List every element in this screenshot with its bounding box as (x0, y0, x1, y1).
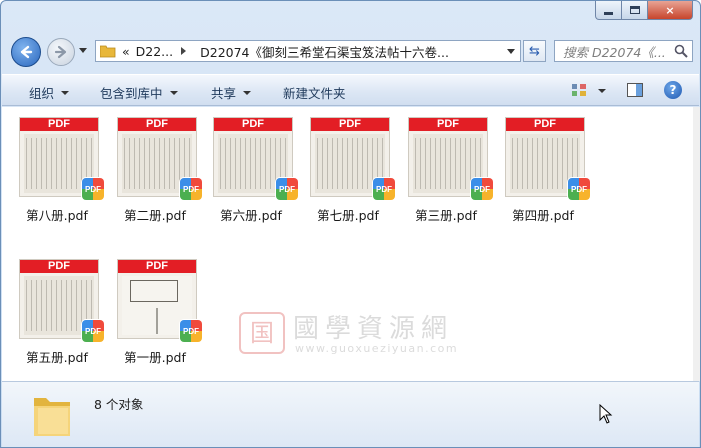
pdf-app-icon: PDF (276, 178, 298, 200)
file-name: 第五册.pdf (26, 350, 88, 365)
title-cartouche (130, 280, 178, 302)
file-item[interactable]: PDF PDF 第八册.pdf (12, 113, 104, 233)
file-list: PDF PDF 第八册.pdf PDF PDF 第二册.pdf PDF PDF … (2, 107, 693, 381)
folder-icon (100, 45, 116, 58)
file-name: 第八册.pdf (26, 208, 88, 223)
watermark-url: www.guoxueziyuan.com (295, 342, 459, 355)
pdf-app-icon: PDF (180, 320, 202, 342)
watermark: 国 國學資源網 www.guoxueziyuan.com (239, 310, 469, 360)
command-bar: 组织 包含到库中 共享 新建文件夹 ? (2, 74, 699, 106)
arrow-left-icon (20, 45, 33, 59)
include-in-library-menu[interactable]: 包含到库中 (100, 83, 178, 102)
folder-icon (34, 398, 70, 436)
search-input[interactable]: 搜索 D22074《... (554, 40, 693, 62)
file-name: 第二册.pdf (124, 208, 186, 223)
address-bar[interactable]: « D22... D22074《御刻三希堂石渠宝笈法帖十六卷... (95, 40, 521, 62)
search-icon[interactable] (674, 44, 688, 58)
file-name: 第七册.pdf (317, 208, 379, 223)
watermark-seal: 国 (239, 312, 285, 354)
file-item[interactable]: PDF PDF 第七册.pdf (303, 113, 395, 233)
pdf-label: PDF (20, 260, 98, 273)
view-dropdown-icon[interactable] (598, 89, 606, 93)
maximize-button[interactable] (622, 1, 648, 20)
chevron-down-icon (243, 90, 252, 95)
file-name: 第四册.pdf (512, 208, 574, 223)
explorer-window: × « D22... D22074《御刻三希堂石渠宝笈法帖十六卷... ⇆ 搜索… (0, 0, 701, 448)
details-pane: 8 个对象 (2, 381, 699, 447)
include-in-library-label: 包含到库中 (100, 86, 163, 101)
pdf-app-icon: PDF (373, 178, 395, 200)
pdf-label: PDF (214, 118, 292, 131)
minimize-icon (604, 11, 613, 15)
organize-label: 组织 (29, 86, 55, 101)
item-count: 8 个对象 (94, 397, 144, 412)
back-button[interactable] (11, 37, 41, 67)
view-options-icon[interactable] (571, 83, 587, 97)
pdf-label: PDF (409, 118, 487, 131)
pdf-app-icon: PDF (471, 178, 493, 200)
arrow-right-icon (54, 45, 67, 59)
chevron-down-icon (61, 90, 70, 95)
file-item[interactable]: PDF PDF 第六册.pdf (206, 113, 298, 233)
pdf-app-icon: PDF (82, 320, 104, 342)
recent-pages-dropdown[interactable] (79, 48, 87, 53)
address-dropdown-icon[interactable] (507, 49, 515, 54)
file-name: 第三册.pdf (415, 208, 477, 223)
share-menu[interactable]: 共享 (211, 83, 252, 102)
file-item[interactable]: PDF PDF 第五册.pdf (12, 255, 104, 375)
address-segment[interactable]: D22... (136, 44, 173, 59)
text-column (156, 308, 158, 334)
address-segment[interactable]: D22074《御刻三希堂石渠宝笈法帖十六卷... (200, 42, 449, 61)
file-item[interactable]: PDF PDF 第二册.pdf (110, 113, 202, 233)
new-folder-button[interactable]: 新建文件夹 (283, 83, 346, 102)
pdf-app-icon: PDF (180, 178, 202, 200)
pdf-label: PDF (118, 260, 196, 273)
search-placeholder: 搜索 D22074《... (563, 44, 666, 60)
preview-pane-icon[interactable] (627, 83, 643, 97)
scrollbar-track[interactable] (693, 107, 700, 381)
chevron-down-icon (169, 90, 178, 95)
file-name: 第一册.pdf (124, 350, 186, 365)
watermark-title: 國學資源網 (293, 314, 454, 344)
mouse-cursor-icon (599, 404, 613, 424)
forward-button[interactable] (47, 38, 75, 66)
close-button[interactable]: × (648, 1, 693, 20)
help-icon[interactable]: ? (664, 81, 682, 99)
maximize-icon (629, 6, 640, 14)
pdf-label: PDF (20, 118, 98, 131)
pdf-label: PDF (506, 118, 584, 131)
caption-buttons: × (595, 1, 693, 20)
file-name: 第六册.pdf (220, 208, 282, 223)
file-item[interactable]: PDF PDF 第一册.pdf (110, 255, 202, 375)
close-icon: × (665, 3, 675, 17)
file-item[interactable]: PDF PDF 第四册.pdf (498, 113, 590, 233)
address-overflow-chevron[interactable]: « (122, 44, 130, 59)
pdf-app-icon: PDF (568, 178, 590, 200)
breadcrumb-arrow-icon[interactable] (181, 47, 187, 55)
share-label: 共享 (211, 86, 237, 101)
new-folder-label: 新建文件夹 (283, 86, 346, 101)
file-item[interactable]: PDF PDF 第三册.pdf (401, 113, 493, 233)
refresh-button[interactable]: ⇆ (523, 40, 546, 62)
pdf-label: PDF (118, 118, 196, 131)
minimize-button[interactable] (595, 1, 622, 20)
pdf-app-icon: PDF (82, 178, 104, 200)
pdf-label: PDF (311, 118, 389, 131)
refresh-icon: ⇆ (529, 43, 540, 59)
organize-menu[interactable]: 组织 (29, 83, 70, 102)
